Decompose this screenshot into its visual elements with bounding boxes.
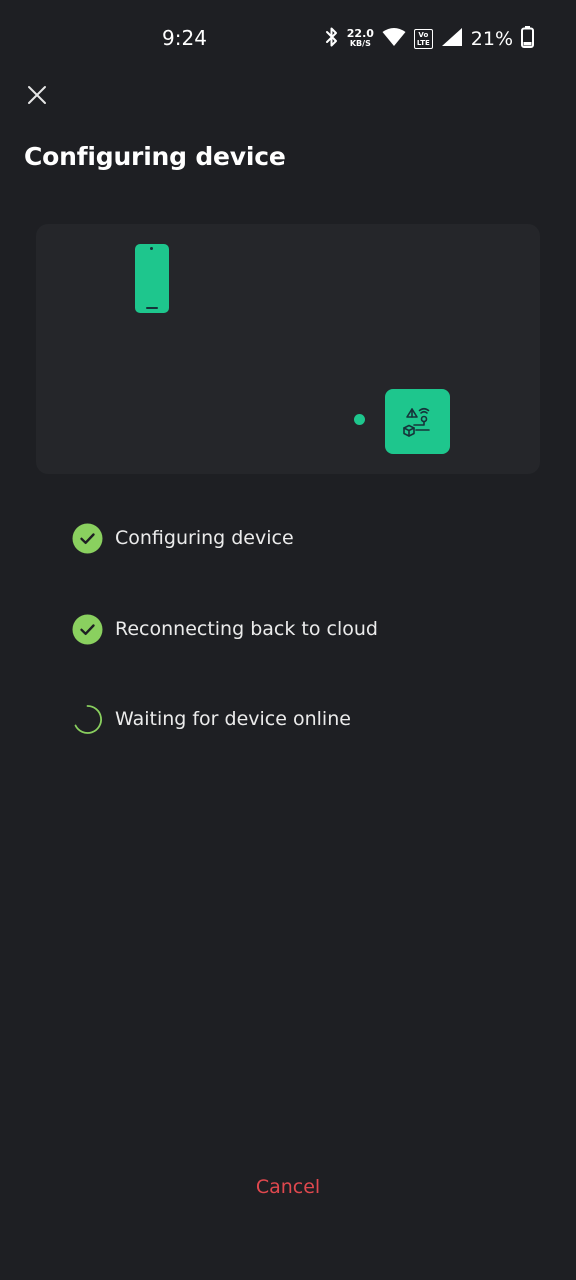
volte-badge: Vo LTE	[413, 29, 433, 49]
battery-icon	[521, 26, 534, 52]
status-bar: 9:24 22.0 KB/S Vo LTE 21%	[0, 0, 576, 78]
net-speed-value: 22.0	[346, 27, 374, 40]
net-speed: 22.0 KB/S	[346, 27, 374, 49]
close-button[interactable]	[22, 82, 52, 112]
wifi-icon	[382, 27, 406, 51]
battery-percent: 21%	[470, 28, 513, 50]
check-circle-icon	[72, 614, 103, 645]
check-circle-icon	[72, 523, 103, 554]
status-time: 9:24	[162, 26, 207, 50]
cancel-button[interactable]: Cancel	[0, 1176, 576, 1198]
volte-bottom: LTE	[416, 39, 430, 47]
close-icon	[27, 85, 47, 109]
phone-icon	[135, 244, 169, 313]
status-icons: 22.0 KB/S Vo LTE 21%	[325, 26, 534, 52]
page-title: Configuring device	[24, 142, 286, 171]
step-waiting-online: Waiting for device online	[72, 701, 351, 737]
net-speed-unit: KB/S	[349, 39, 371, 48]
volte-top: Vo	[418, 31, 429, 39]
signal-dot	[354, 414, 365, 425]
device-icon	[385, 389, 450, 454]
spinner-icon	[72, 704, 103, 735]
step-label: Reconnecting back to cloud	[115, 618, 378, 640]
step-label: Waiting for device online	[115, 708, 351, 730]
signal-icon	[441, 27, 463, 51]
bluetooth-icon	[325, 26, 339, 52]
step-label: Configuring device	[115, 527, 294, 549]
step-configuring-device: Configuring device	[72, 520, 294, 556]
illustration-card	[36, 224, 540, 474]
step-reconnecting-cloud: Reconnecting back to cloud	[72, 611, 378, 647]
